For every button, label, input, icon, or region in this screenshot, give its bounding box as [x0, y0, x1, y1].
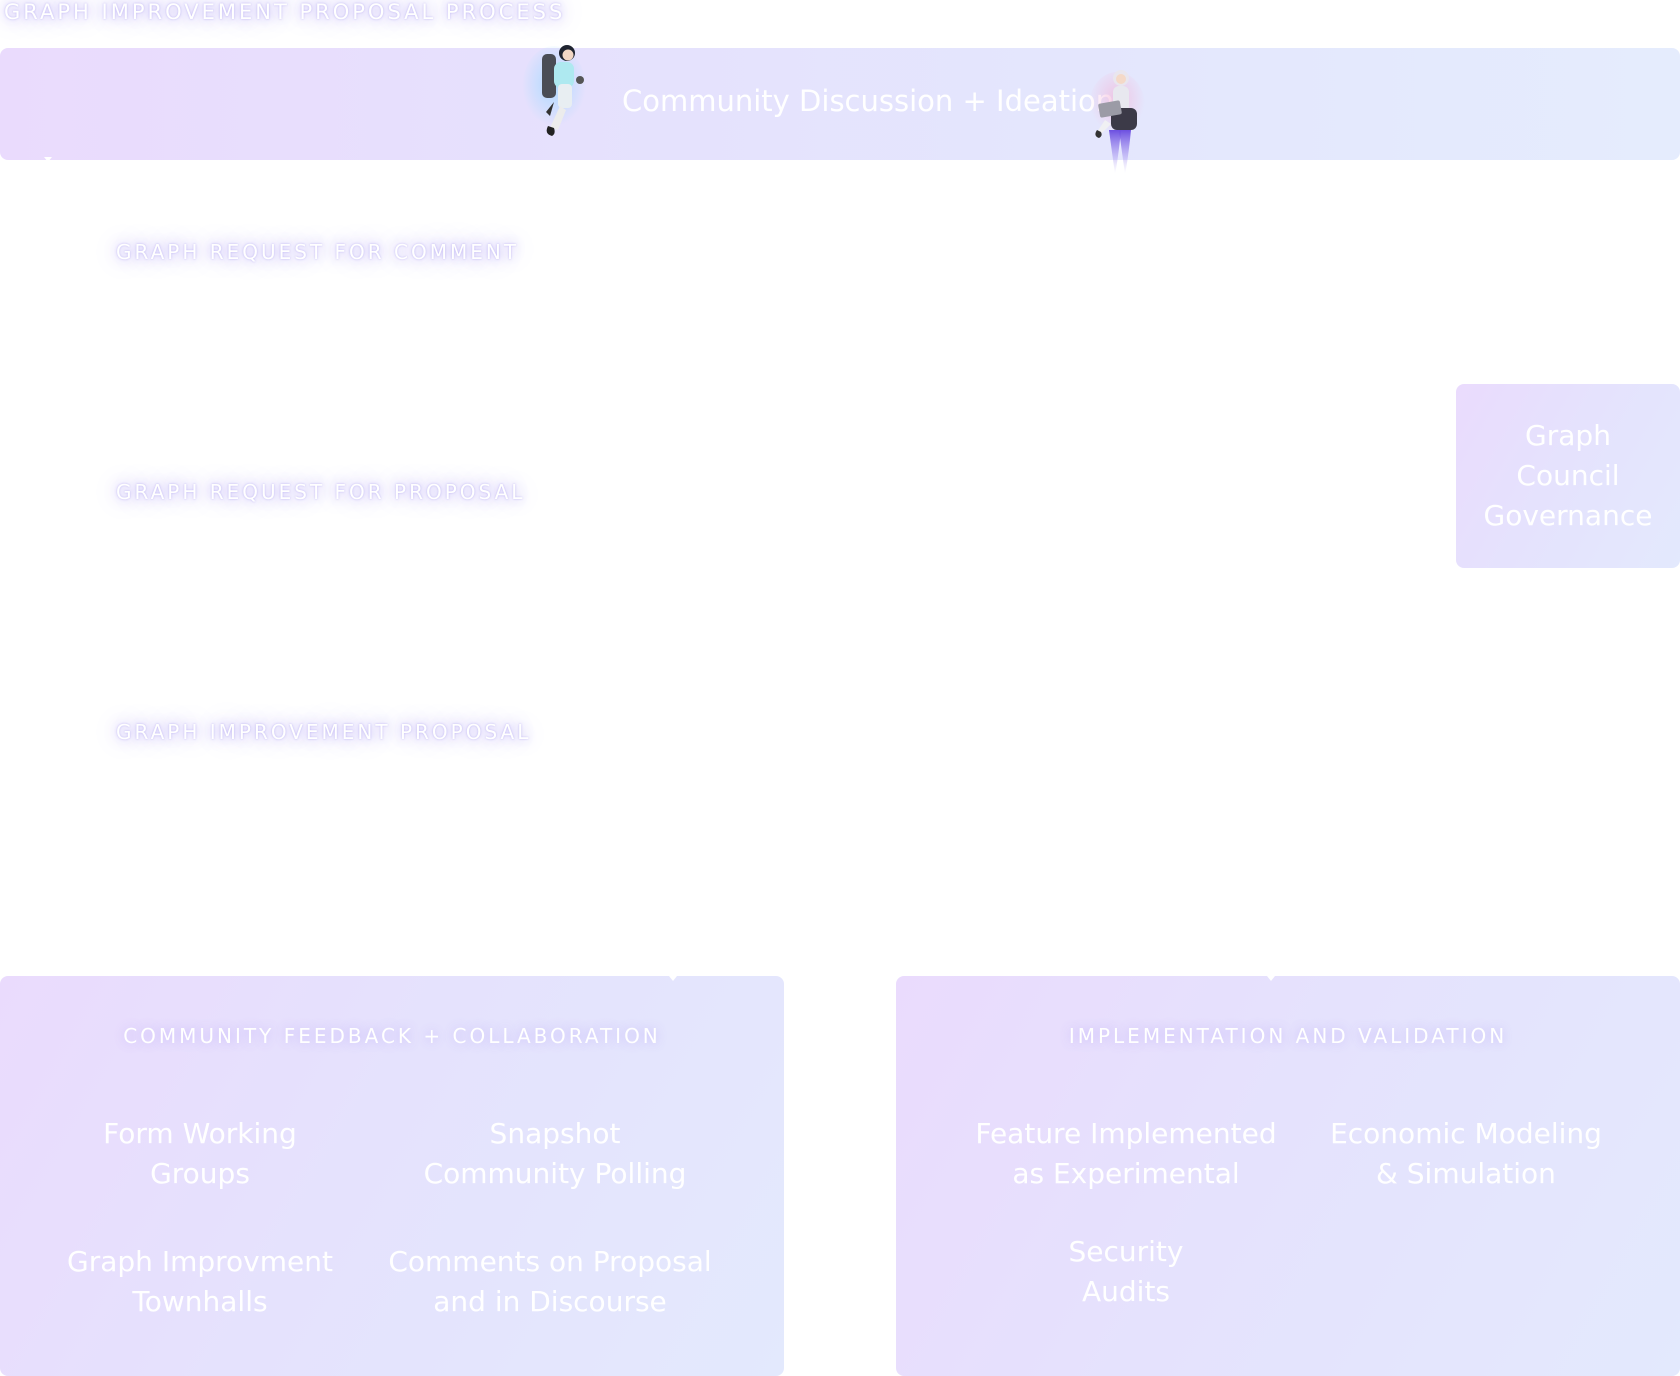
stage-label-gip: GRAPH IMPROVEMENT PROPOSAL — [101, 710, 546, 754]
implementation-heading: IMPLEMENTATION AND VALIDATION — [1068, 1024, 1508, 1048]
community-feedback-panel: COMMUNITY FEEDBACK + COLLABORATION Form … — [0, 976, 784, 1376]
gip-process-diagram: GRAPH IMPROVEMENT PROPOSAL PROCESS Commu… — [0, 0, 1680, 1376]
feedback-item-working-groups: Form Working Groups — [103, 1117, 297, 1190]
process-title: GRAPH IMPROVEMENT PROPOSAL PROCESS — [0, 0, 580, 34]
astronaut-jetpack-figure — [522, 45, 586, 136]
stage-label-rfc: GRAPH REQUEST FOR COMMENT — [101, 230, 534, 274]
implementation-panel: IMPLEMENTATION AND VALIDATION Feature Im… — [896, 976, 1680, 1376]
implementation-item-economic-modeling: Economic Modeling & Simulation — [1330, 1117, 1602, 1190]
feedback-item-comments: Comments on Proposal and in Discourse — [388, 1245, 712, 1318]
stage-label-rfp: GRAPH REQUEST FOR PROPOSAL — [101, 470, 540, 514]
astronaut-laptop-figure — [1089, 70, 1145, 174]
implementation-item-experimental: Feature Implemented as Experimental — [975, 1117, 1277, 1190]
feedback-item-townhalls: Graph Improvment Townhalls — [67, 1245, 333, 1318]
community-feedback-heading: COMMUNITY FEEDBACK + COLLABORATION — [123, 1024, 661, 1048]
connector-notch — [669, 976, 677, 981]
community-discussion-bar: Community Discussion + Ideation — [0, 48, 1680, 160]
connector-notch — [1267, 976, 1275, 981]
connector-notch — [44, 157, 52, 162]
community-discussion-title: Community Discussion + Ideation — [622, 84, 1115, 118]
implementation-item-security-audits: Security Audits — [1068, 1235, 1184, 1308]
council-governance-label: Graph Council Governance — [1483, 419, 1653, 532]
feedback-item-snapshot-polling: Snapshot Community Polling — [423, 1117, 687, 1190]
council-governance-box: Graph Council Governance — [1456, 384, 1680, 568]
